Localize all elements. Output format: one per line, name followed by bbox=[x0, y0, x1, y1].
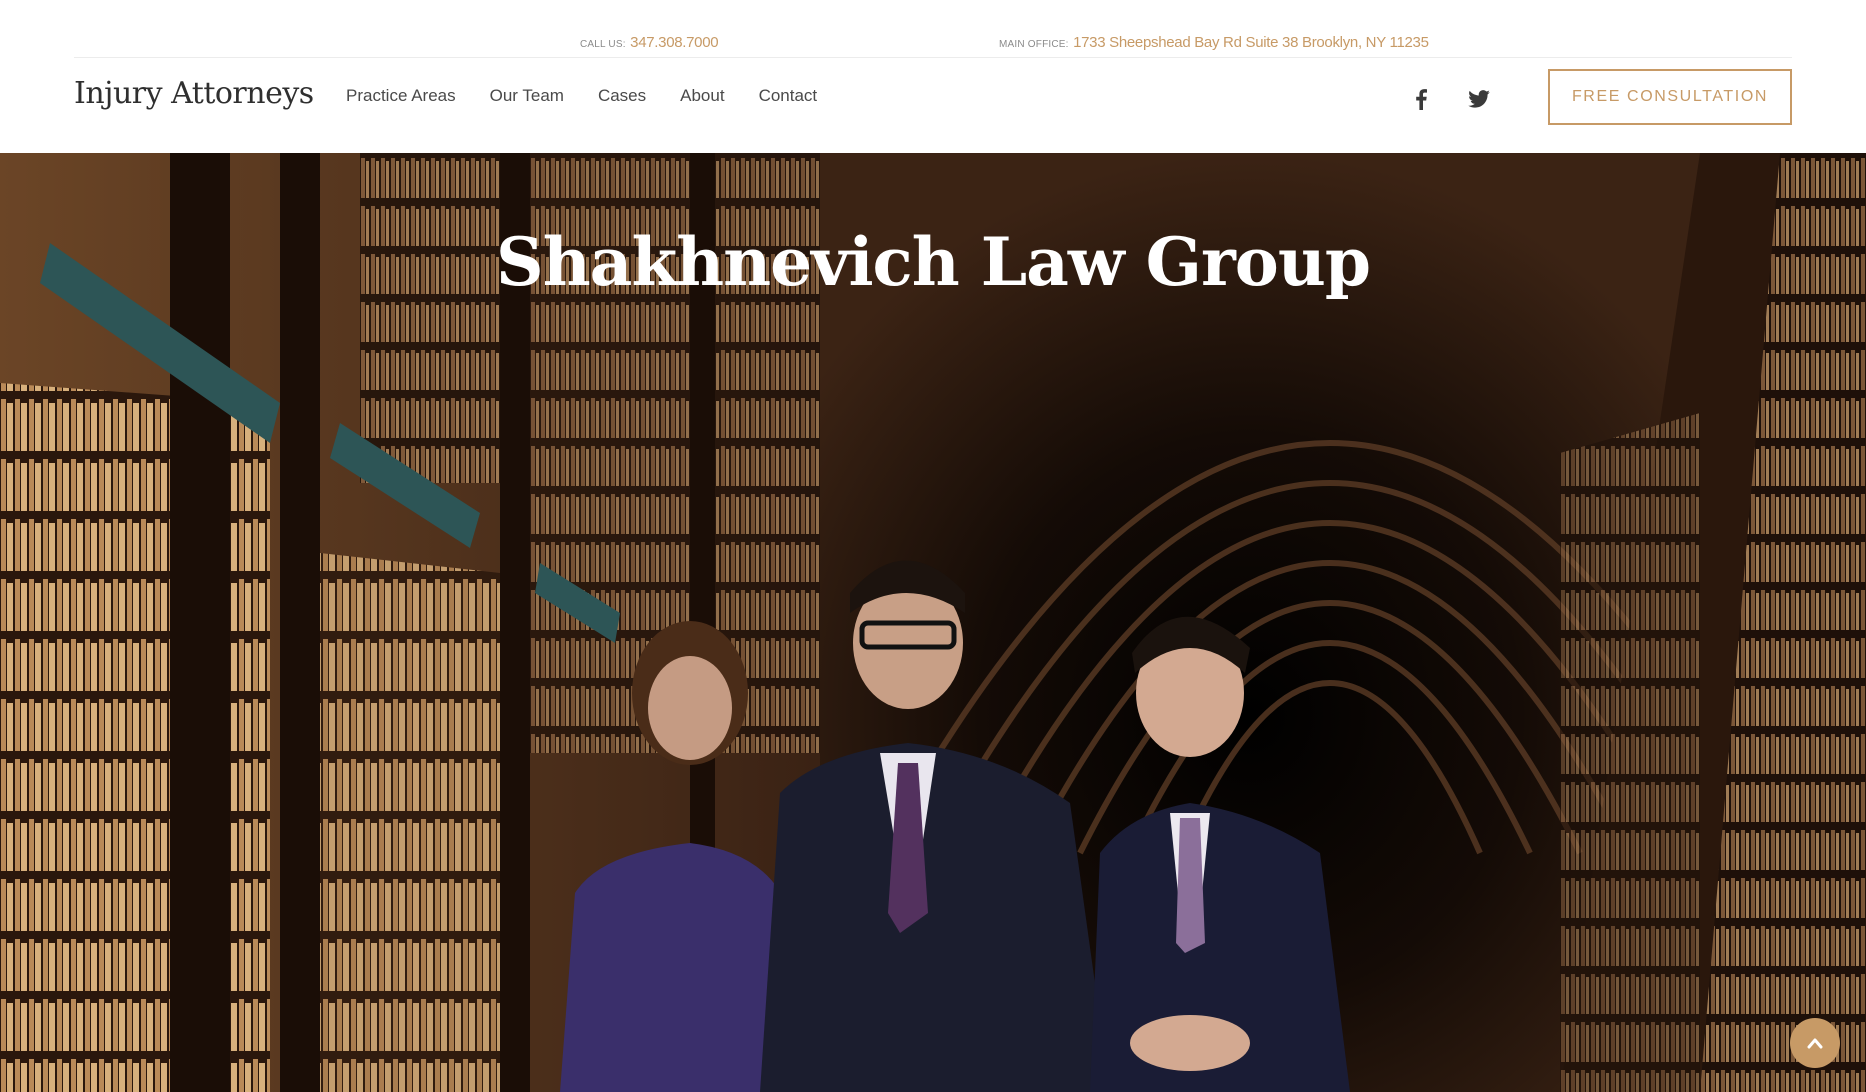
site-header: CALL US: 347.308.7000 MAIN OFFICE: 1733 … bbox=[0, 0, 1866, 153]
chevron-up-icon bbox=[1807, 1038, 1823, 1049]
phone-link[interactable]: 347.308.7000 bbox=[630, 34, 718, 51]
office-label: MAIN OFFICE: bbox=[999, 39, 1069, 50]
hero-section: Shakhnevich Law Group bbox=[0, 153, 1866, 1092]
nav-item-cases[interactable]: Cases bbox=[598, 86, 646, 106]
office-address-link[interactable]: 1733 Sheepshead Bay Rd Suite 38 Brooklyn… bbox=[1073, 34, 1429, 51]
nav-item-contact[interactable]: Contact bbox=[759, 86, 818, 106]
hero-title: Shakhnevich Law Group bbox=[496, 223, 1371, 301]
top-info-bar: CALL US: 347.308.7000 MAIN OFFICE: 1733 … bbox=[74, 0, 1792, 58]
nav-item-practice-areas[interactable]: Practice Areas bbox=[346, 86, 456, 106]
office-info: MAIN OFFICE: 1733 Sheepshead Bay Rd Suit… bbox=[999, 34, 1429, 52]
main-nav: Practice Areas Our Team Cases About Cont… bbox=[346, 86, 851, 106]
twitter-icon[interactable] bbox=[1466, 86, 1492, 112]
nav-item-about[interactable]: About bbox=[680, 86, 724, 106]
phone-info: CALL US: 347.308.7000 bbox=[580, 34, 719, 52]
scroll-to-top-button[interactable] bbox=[1790, 1018, 1840, 1068]
phone-label: CALL US: bbox=[580, 39, 626, 50]
facebook-icon[interactable] bbox=[1408, 86, 1434, 112]
free-consultation-button[interactable]: FREE CONSULTATION bbox=[1548, 69, 1792, 125]
site-logo[interactable]: Injury Attorneys bbox=[74, 76, 314, 111]
nav-item-our-team[interactable]: Our Team bbox=[490, 86, 564, 106]
